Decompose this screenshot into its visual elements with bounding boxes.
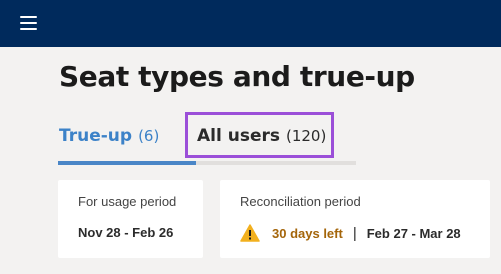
page-title: Seat types and true-up bbox=[59, 60, 415, 93]
hamburger-menu-icon[interactable] bbox=[19, 13, 41, 33]
warning-icon bbox=[240, 224, 260, 242]
reconciliation-period-card: Reconciliation period 30 days left | Feb… bbox=[220, 180, 490, 258]
tab-all-users-count: (120) bbox=[285, 127, 327, 145]
usage-period-value: Nov 28 - Feb 26 bbox=[78, 225, 174, 240]
tab-all-users[interactable]: All users (120) bbox=[185, 112, 334, 158]
reconciliation-range: Feb 27 - Mar 28 bbox=[366, 225, 461, 241]
usage-period-label: For usage period bbox=[78, 194, 177, 209]
usage-period-card: For usage period Nov 28 - Feb 26 bbox=[58, 180, 203, 258]
tab-all-users-label: All users bbox=[197, 126, 280, 146]
reconciliation-status-row: 30 days left | Feb 27 - Mar 28 bbox=[240, 223, 461, 243]
tab-true-up[interactable]: True-up (6) bbox=[59, 126, 159, 146]
reconciliation-period-label: Reconciliation period bbox=[240, 194, 361, 209]
days-left-text: 30 days left bbox=[272, 225, 343, 241]
tab-selected-indicator bbox=[58, 161, 196, 165]
tab-list: True-up (6) All users (120) bbox=[0, 112, 501, 167]
separator: | bbox=[352, 224, 357, 242]
tab-true-up-count: (6) bbox=[138, 127, 160, 145]
tab-true-up-label: True-up bbox=[59, 126, 133, 146]
top-app-bar bbox=[0, 0, 501, 47]
